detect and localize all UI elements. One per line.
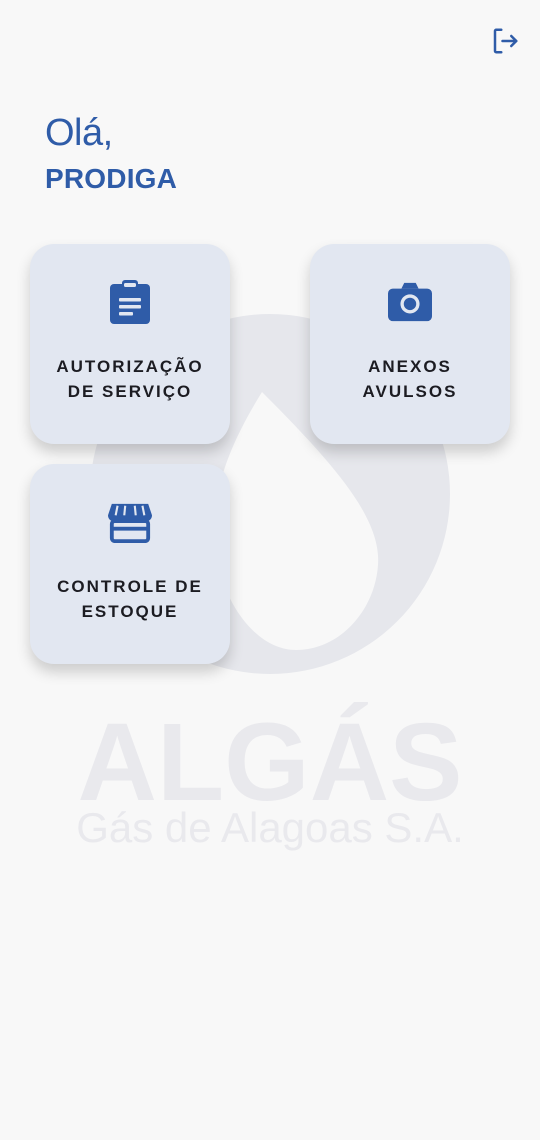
greeting-text: Olá,: [45, 112, 113, 154]
loose-attachments-label-line1: ANEXOS: [368, 357, 452, 376]
authorization-service-label-line2: DE SERVIÇO: [67, 382, 193, 401]
user-name: PRODIGA: [45, 163, 178, 194]
store-icon: [108, 500, 152, 544]
authorization-service-label-line1: AUTORIZAÇÃO: [56, 357, 204, 376]
inventory-control-card[interactable]: CONTROLE DE ESTOQUE: [30, 464, 230, 664]
clipboard-icon: [108, 280, 152, 324]
camera-icon: [388, 280, 432, 324]
watermark-brand: ALGÁS: [78, 701, 463, 824]
inventory-control-label-line2: ESTOQUE: [81, 602, 179, 621]
watermark-tagline: Gás de Alagoas S.A.: [76, 804, 464, 851]
loose-attachments-card[interactable]: ANEXOS AVULSOS: [310, 244, 510, 444]
authorization-service-label: AUTORIZAÇÃO DE SERVIÇO: [40, 354, 220, 404]
inventory-control-label: CONTROLE DE ESTOQUE: [40, 574, 220, 624]
authorization-service-card[interactable]: AUTORIZAÇÃO DE SERVIÇO: [30, 244, 230, 444]
inventory-control-label-line1: CONTROLE DE: [57, 577, 203, 596]
loose-attachments-label-line2: AVULSOS: [362, 382, 458, 401]
logout-icon: [493, 28, 518, 54]
loose-attachments-label: ANEXOS AVULSOS: [320, 354, 500, 404]
logout-button[interactable]: [486, 22, 524, 60]
